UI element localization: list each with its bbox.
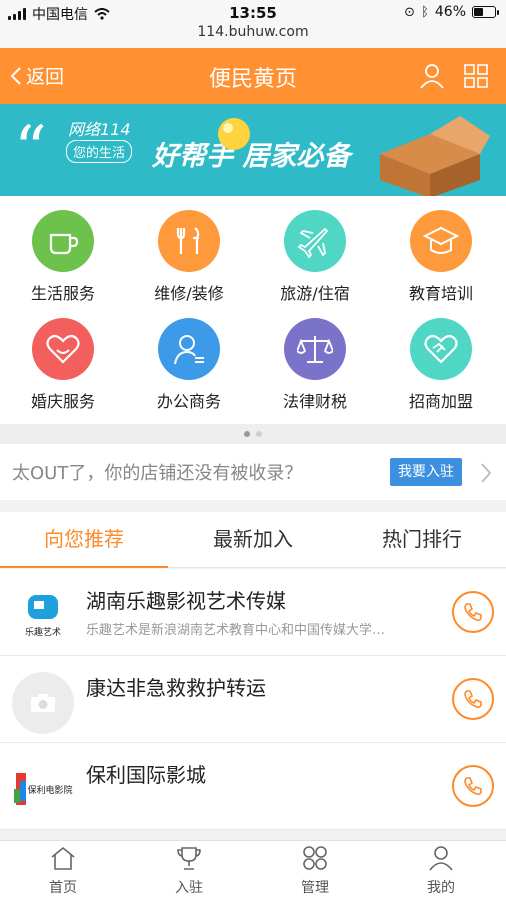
app-header: 返回 便民黄页 — [0, 48, 506, 104]
category-label: 招商加盟 — [408, 392, 473, 411]
bluetooth-icon: ᛒ — [421, 4, 429, 20]
page-dot[interactable] — [244, 431, 250, 437]
join-bar: 太OUT了，你的店铺还没有被收录？ 我要入驻 — [0, 444, 506, 500]
banner-brand: 网络114 — [68, 120, 131, 139]
tab-newest[interactable]: 最新加入 — [169, 512, 337, 568]
nav-label: 我的 — [427, 880, 455, 896]
page-dot[interactable] — [256, 431, 262, 437]
category-repair[interactable]: 维修/装修 — [126, 210, 252, 304]
promo-banner[interactable]: “ 网络114 您的生活 好帮手 居家必备 — [0, 104, 506, 196]
tab-recommended[interactable]: 向您推荐 — [0, 512, 168, 568]
chevron-right-icon[interactable] — [480, 462, 492, 484]
category-travel[interactable]: 旅游/住宿 — [252, 210, 378, 304]
trophy-icon — [177, 847, 201, 870]
join-button[interactable]: 我要入驻 — [390, 458, 462, 486]
nav-join[interactable]: 入驻 — [126, 845, 252, 897]
phone-icon — [464, 603, 482, 622]
category-wedding[interactable]: 婚庆服务 — [0, 318, 126, 412]
list-item[interactable]: 乐趣艺术 湖南乐趣影视艺术传媒 乐趣艺术是新浪湖南艺术教育中心和中国传媒大学… — [0, 569, 506, 656]
business-logo-placeholder — [12, 672, 74, 734]
lock-rotation-icon: ⊙ — [404, 4, 416, 20]
grid-menu-icon[interactable] — [462, 62, 490, 90]
nav-label: 首页 — [49, 880, 77, 896]
user-icon[interactable] — [418, 62, 446, 90]
business-logo: 乐趣艺术 — [12, 585, 74, 647]
nav-label: 管理 — [301, 880, 329, 896]
business-name: 湖南乐趣影视艺术传媒 — [86, 589, 286, 613]
phone-icon — [464, 777, 482, 796]
nav-manage[interactable]: 管理 — [252, 845, 378, 897]
box-icon — [380, 116, 490, 196]
status-bar: 中国电信 13:55 ⊙ ᛒ 46% 114.buhuw.com — [0, 0, 506, 48]
tools-icon — [158, 210, 220, 272]
nav-profile[interactable]: 我的 — [378, 845, 504, 897]
category-label: 旅游/住宿 — [280, 284, 350, 303]
bottom-nav: 首页 入驻 管理 我的 — [0, 840, 506, 900]
heart-icon — [32, 318, 94, 380]
category-label: 教育培训 — [408, 284, 473, 303]
business-name: 保利国际影城 — [86, 763, 206, 787]
handshake-icon — [410, 318, 472, 380]
category-life-services[interactable]: 生活服务 — [0, 210, 126, 304]
airplane-icon — [284, 210, 346, 272]
grid-icon — [303, 846, 327, 870]
url-label[interactable]: 114.buhuw.com — [0, 24, 506, 40]
call-button[interactable] — [452, 678, 494, 720]
phone-icon — [464, 690, 482, 709]
tab-popular[interactable]: 热门排行 — [338, 512, 506, 568]
category-label: 办公商务 — [156, 392, 221, 411]
logo-text: 乐趣艺术 — [25, 626, 61, 638]
person-icon — [158, 318, 220, 380]
category-label: 法律财税 — [282, 392, 347, 411]
battery-percent: 46% — [434, 4, 466, 20]
nav-label: 入驻 — [175, 880, 203, 896]
graduation-cap-icon — [410, 210, 472, 272]
coffee-cup-icon — [32, 210, 94, 272]
category-label: 婚庆服务 — [30, 392, 95, 411]
category-label: 生活服务 — [30, 284, 95, 303]
camera-icon — [31, 694, 55, 712]
lightbulb-icon — [218, 118, 250, 150]
category-label: 维修/装修 — [154, 284, 224, 303]
list-item[interactable]: 保利电影院 保利国际影城 — [0, 743, 506, 830]
list-item[interactable]: 康达非急救救护转运 — [0, 656, 506, 743]
category-franchise[interactable]: 招商加盟 — [378, 318, 504, 412]
tab-bar: 向您推荐 最新加入 热门排行 — [0, 512, 506, 568]
listing-list: 乐趣艺术 湖南乐趣影视艺术传媒 乐趣艺术是新浪湖南艺术教育中心和中国传媒大学… … — [0, 569, 506, 830]
category-legal[interactable]: 法律财税 — [252, 318, 378, 412]
business-description: 乐趣艺术是新浪湖南艺术教育中心和中国传媒大学… — [86, 623, 386, 638]
page-indicator — [0, 424, 506, 444]
category-office[interactable]: 办公商务 — [126, 318, 252, 412]
quote-icon: “ — [14, 113, 47, 187]
call-button[interactable] — [452, 765, 494, 807]
banner-tag: 您的生活 — [66, 140, 133, 163]
user-icon — [429, 846, 453, 871]
business-logo: 保利电影院 — [12, 759, 74, 821]
logo-text: 保利电影院 — [27, 784, 72, 796]
join-message: 太OUT了，你的店铺还没有被收录？ — [12, 463, 303, 484]
business-name: 康达非急救救护转运 — [86, 676, 266, 700]
nav-home[interactable]: 首页 — [0, 845, 126, 897]
scales-icon — [284, 318, 346, 380]
call-button[interactable] — [452, 591, 494, 633]
home-icon — [51, 846, 75, 870]
battery-icon — [472, 6, 499, 18]
category-grid: 生活服务 维修/装修 旅游/住宿 教育培训 婚庆服务 办公商务 法律财税 招商加… — [0, 196, 506, 424]
category-education[interactable]: 教育培训 — [378, 210, 504, 304]
